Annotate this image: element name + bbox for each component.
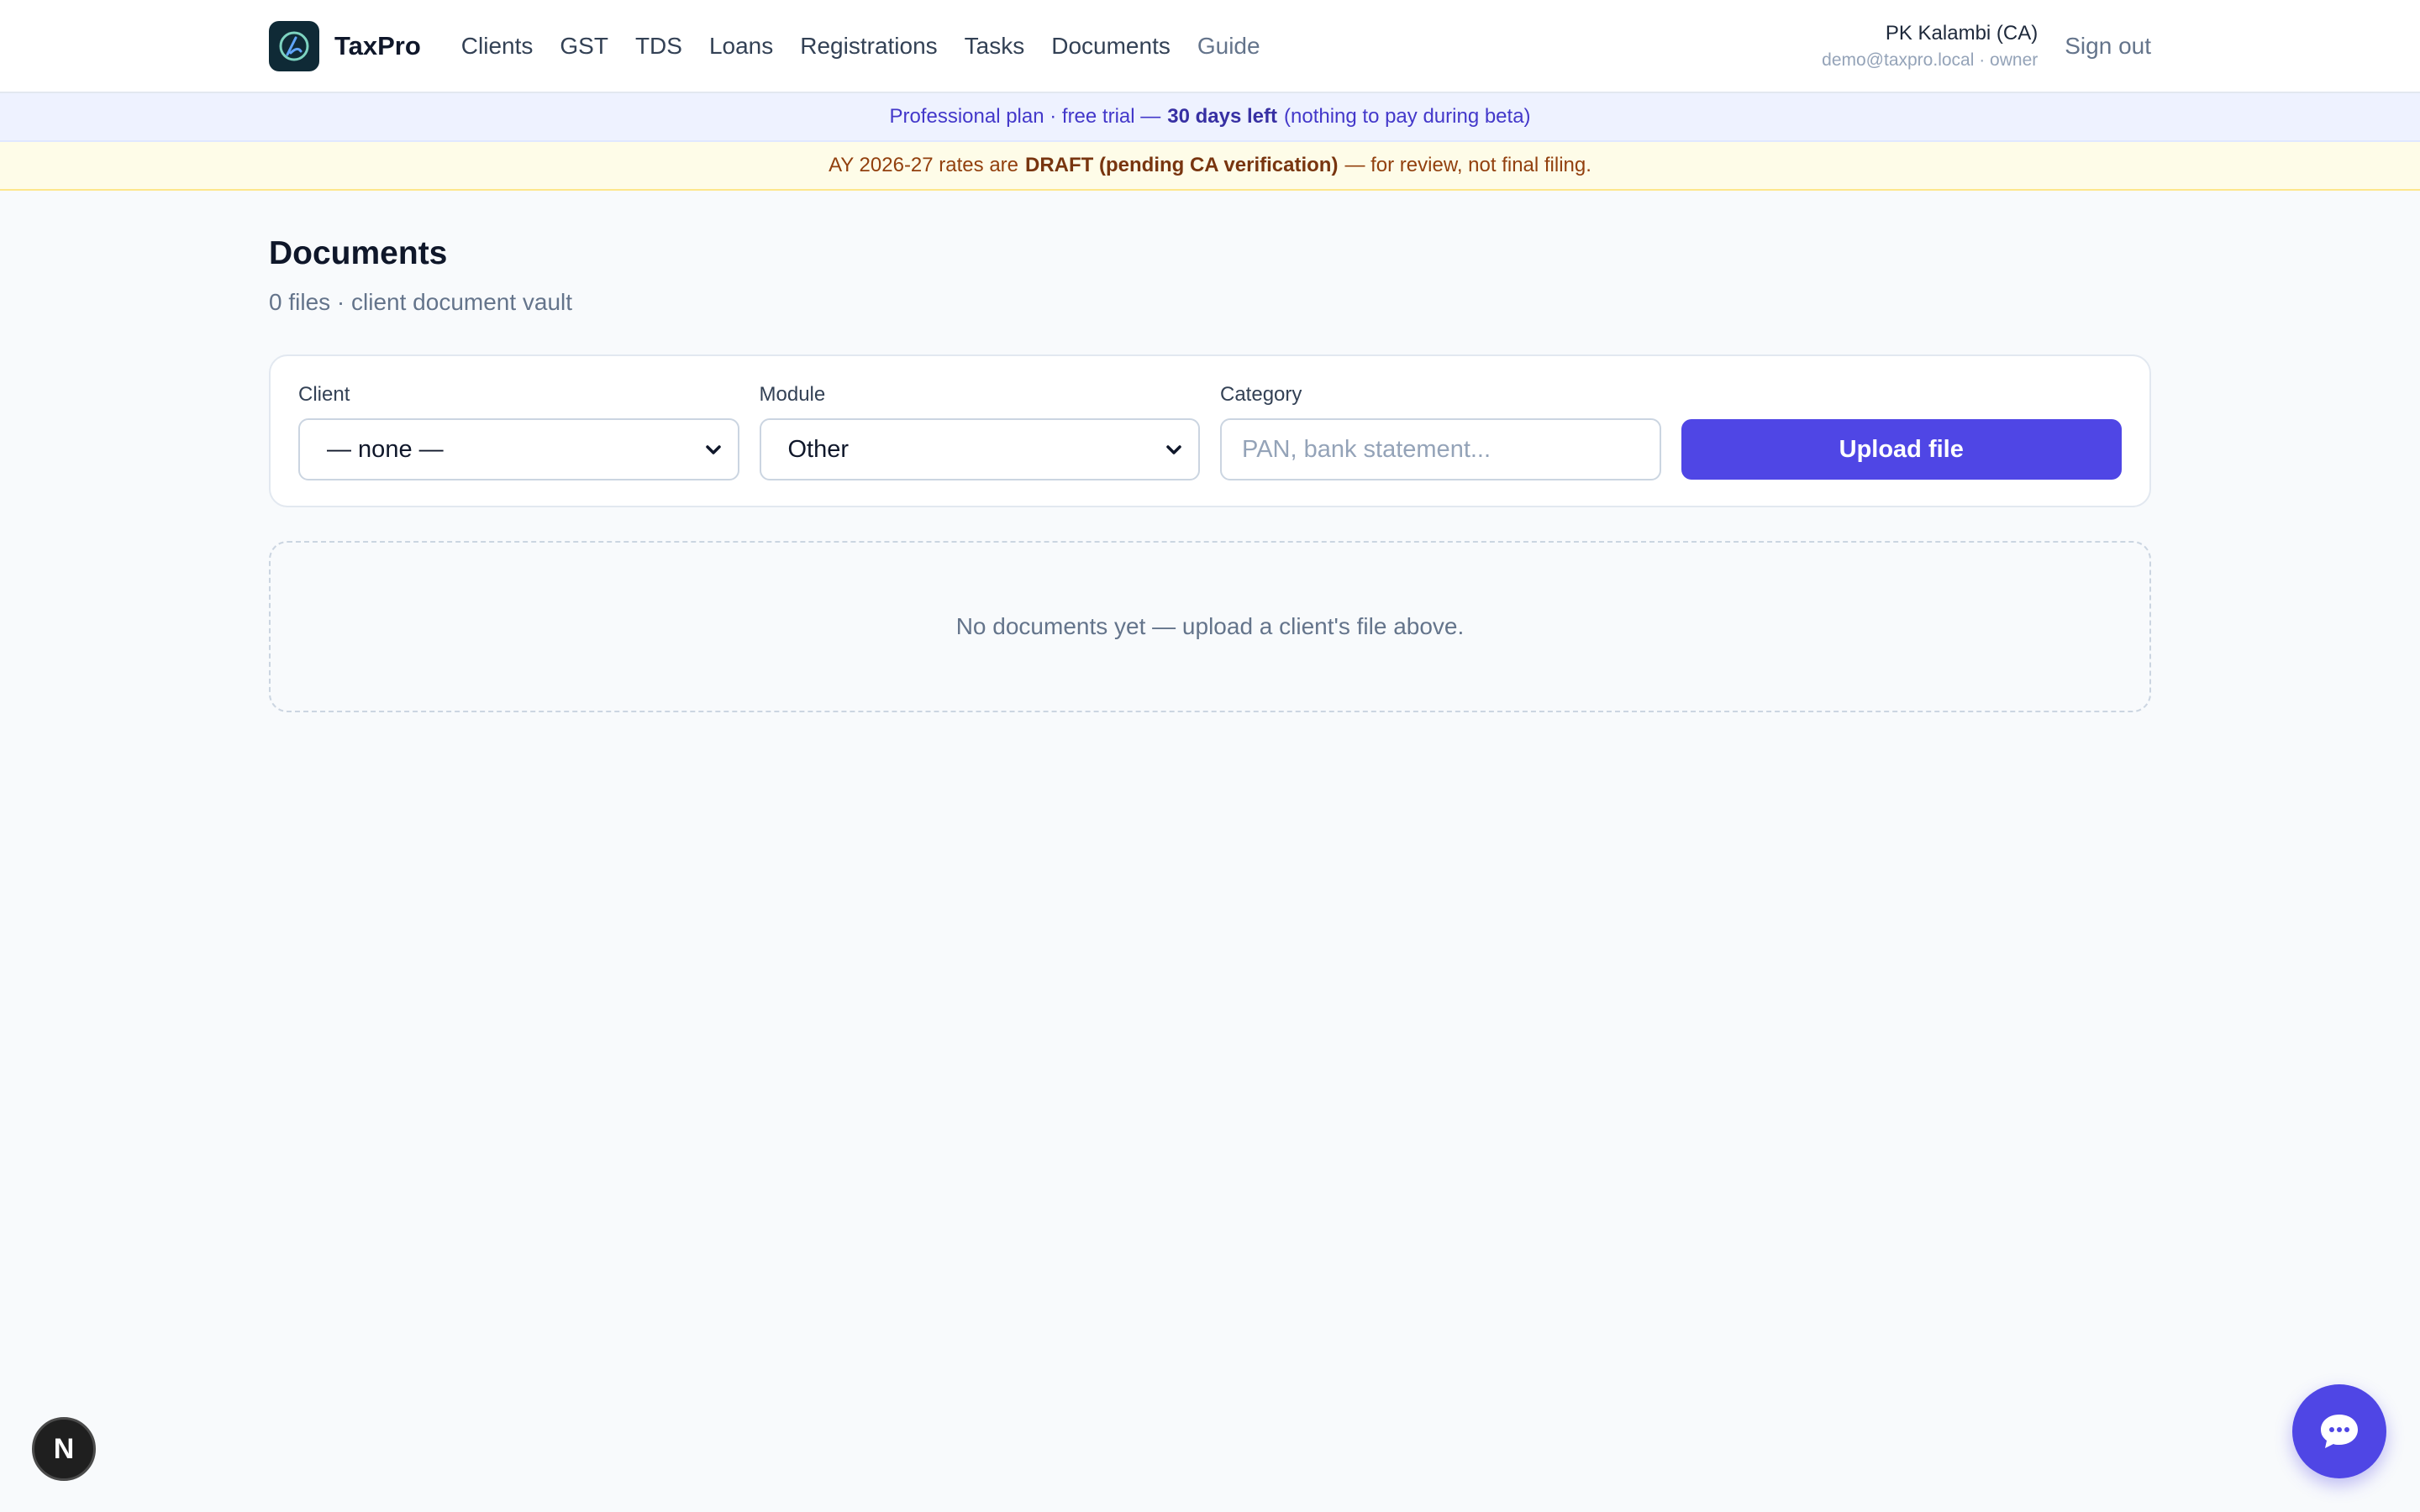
- category-label: Category: [1220, 383, 1302, 406]
- client-select[interactable]: — none —: [298, 418, 739, 480]
- category-input[interactable]: PAN, bank statement...: [1220, 418, 1661, 480]
- brand-name[interactable]: TaxPro: [334, 31, 421, 61]
- nav-loans[interactable]: Loans: [709, 33, 773, 60]
- top-navbar: TaxPro Clients GST TDS Loans Registratio…: [0, 0, 2420, 93]
- category-field: Category PAN, bank statement...: [1220, 383, 1661, 480]
- plan-banner-days: 30 days left: [1167, 105, 1277, 128]
- nav-registrations[interactable]: Registrations: [800, 33, 937, 60]
- category-placeholder: PAN, bank statement...: [1242, 435, 1491, 463]
- client-select-value: — none —: [327, 435, 444, 463]
- main-nav: Clients GST TDS Loans Registrations Task…: [461, 33, 1260, 60]
- draft-banner-suffix: — for review, not final filing.: [1344, 154, 1591, 176]
- module-label: Module: [759, 383, 826, 406]
- module-select-value: Other: [787, 435, 850, 463]
- module-field: Module Other: [759, 383, 1200, 480]
- page-title: Documents: [269, 235, 448, 271]
- nav-tds[interactable]: TDS: [635, 33, 682, 60]
- chevron-down-icon: [705, 445, 721, 454]
- module-select[interactable]: Other: [759, 418, 1200, 480]
- empty-state-message: No documents yet — upload a client's fil…: [955, 613, 1465, 639]
- chat-bubble-icon: [2321, 1415, 2358, 1448]
- upload-file-button[interactable]: Upload file: [1681, 419, 2122, 480]
- page-subtitle: 0 files · client document vault: [269, 289, 573, 315]
- draft-banner-highlight: DRAFT (pending CA verification): [1025, 154, 1339, 176]
- nav-clients[interactable]: Clients: [461, 33, 534, 60]
- client-label: Client: [298, 383, 350, 406]
- nav-gst[interactable]: GST: [560, 33, 608, 60]
- draft-rates-banner: AY 2026-27 rates are DRAFT (pending CA v…: [0, 142, 2420, 191]
- user-email: demo@taxpro.local · owner: [1822, 50, 2039, 70]
- taxpro-logo-icon[interactable]: [269, 20, 319, 71]
- nav-guide[interactable]: Guide: [1197, 33, 1260, 60]
- draft-banner-prefix: AY 2026-27 rates are: [829, 154, 1019, 176]
- empty-state: No documents yet — upload a client's fil…: [269, 541, 2151, 712]
- client-field: Client — none —: [298, 383, 739, 480]
- upload-form: Client — none — Module Other Category PA…: [269, 354, 2151, 507]
- plan-banner-suffix: (nothing to pay during beta): [1284, 105, 1531, 128]
- sign-out-button[interactable]: Sign out: [2065, 33, 2151, 60]
- plan-banner-prefix: Professional plan · free trial —: [889, 105, 1161, 128]
- badge-letter: N: [53, 1432, 75, 1465]
- main-content: Documents 0 files · client document vaul…: [269, 235, 2151, 712]
- user-name: PK Kalambi (CA): [1885, 21, 2039, 45]
- user-info: PK Kalambi (CA) demo@taxpro.local · owne…: [1822, 22, 2038, 71]
- chevron-down-icon: [1166, 445, 1181, 454]
- plan-banner: Professional plan · free trial — 30 days…: [0, 93, 2420, 142]
- nav-tasks[interactable]: Tasks: [965, 33, 1025, 60]
- nav-documents[interactable]: Documents: [1051, 33, 1171, 60]
- chat-button[interactable]: [2292, 1384, 2386, 1478]
- nextjs-dev-badge[interactable]: N: [32, 1417, 96, 1481]
